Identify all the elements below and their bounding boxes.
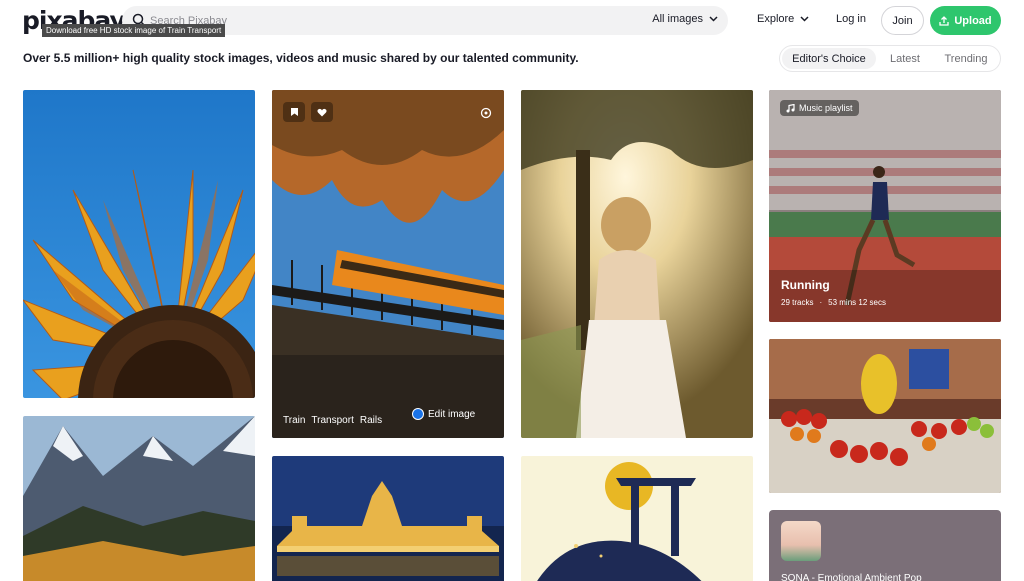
edit-icon	[412, 408, 424, 420]
tab-latest[interactable]: Latest	[876, 48, 934, 69]
music-playlist-badge: Music playlist	[780, 100, 859, 116]
playlist-meta: 29 tracks · 53 mins 12 secs	[781, 298, 886, 307]
playlist-title: Running	[781, 278, 830, 292]
tab-editors-choice[interactable]: Editor's Choice	[782, 48, 876, 69]
playlist-duration: 53 mins 12 secs	[828, 298, 886, 307]
chevron-down-icon	[800, 16, 809, 22]
sunflower-image	[23, 90, 255, 398]
music-note-icon	[786, 103, 795, 112]
playlist-badge-label: Music playlist	[799, 103, 853, 113]
media-type-dropdown[interactable]: All images	[652, 13, 718, 25]
image-tile-market[interactable]	[769, 339, 1001, 493]
playlist-tile-running[interactable]: Music playlist Running 29 tracks · 53 mi…	[769, 90, 1001, 322]
sort-tabs: Editor's Choice Latest Trending	[779, 45, 1001, 72]
top-header: pixabay All images Download free HD stoc…	[0, 0, 1024, 42]
bookmark-button[interactable]	[283, 102, 305, 122]
woman-sunset-image	[521, 90, 753, 438]
join-button[interactable]: Join	[881, 6, 924, 35]
bookmark-icon	[290, 108, 298, 116]
edit-image-button[interactable]: Edit image	[412, 408, 475, 420]
japanese-illustration-image	[521, 456, 753, 581]
tab-trending[interactable]: Trending	[934, 48, 998, 69]
meta-separator: ·	[819, 298, 823, 307]
parliament-image	[272, 456, 504, 581]
music-track-card[interactable]: SONA - Emotional Ambient Pop	[769, 510, 1001, 581]
image-tile-sunflower[interactable]	[23, 90, 255, 398]
image-tile-train[interactable]: Train Transport Rails Edit image	[272, 90, 504, 438]
upload-button[interactable]: Upload	[930, 6, 1001, 35]
image-tile-mountains[interactable]	[23, 416, 255, 581]
playlist-tracks: 29 tracks	[781, 298, 814, 307]
explore-menu[interactable]: Explore	[757, 13, 809, 25]
edit-image-label: Edit image	[428, 408, 476, 420]
chevron-down-icon	[709, 16, 718, 22]
tag-transport[interactable]: Transport	[311, 415, 353, 426]
tile-tags: Train Transport Rails	[283, 415, 382, 426]
music-track-title: SONA - Emotional Ambient Pop	[781, 573, 922, 581]
ai-badge-icon	[480, 106, 492, 124]
logo-tooltip: Download free HD stock image of Train Tr…	[42, 24, 226, 37]
music-track-thumbnail	[781, 521, 821, 561]
tag-rails[interactable]: Rails	[360, 415, 382, 426]
image-tile-woman-sunset[interactable]	[521, 90, 753, 438]
fruit-market-image	[769, 339, 1001, 493]
image-tile-illustration[interactable]	[521, 456, 753, 581]
tag-train[interactable]: Train	[283, 415, 305, 426]
upload-label: Upload	[954, 14, 992, 27]
upload-icon	[939, 15, 950, 26]
login-link[interactable]: Log in	[836, 13, 866, 25]
explore-label: Explore	[757, 13, 795, 25]
train-image	[272, 90, 504, 438]
image-tile-parliament[interactable]	[272, 456, 504, 581]
media-type-label: All images	[652, 13, 703, 25]
page-tagline: Over 5.5 million+ high quality stock ima…	[23, 51, 579, 65]
like-button[interactable]	[311, 102, 333, 122]
mountains-image	[23, 416, 255, 581]
heart-icon	[317, 108, 327, 116]
